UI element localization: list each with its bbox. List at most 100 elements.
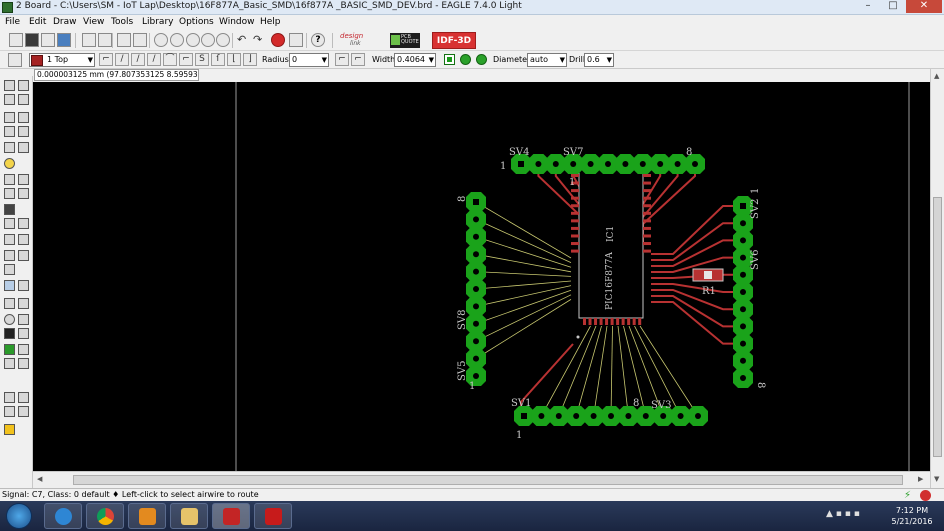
- copy-icon[interactable]: [18, 112, 29, 123]
- menu-window[interactable]: Window: [219, 17, 255, 27]
- name-icon[interactable]: [18, 188, 29, 199]
- horizontal-scroll-thumb[interactable]: [73, 475, 903, 485]
- rotate-icon[interactable]: [18, 126, 29, 137]
- move-icon[interactable]: [4, 112, 15, 123]
- signal-icon[interactable]: [4, 264, 15, 275]
- via-octagon-icon[interactable]: [476, 54, 487, 65]
- via-square-icon[interactable]: [444, 54, 455, 65]
- horizontal-scrollbar[interactable]: ◀ ▶: [33, 471, 930, 488]
- meander-icon[interactable]: [4, 250, 15, 261]
- warning-icon[interactable]: [4, 424, 15, 435]
- errors-icon[interactable]: [4, 406, 15, 417]
- board-switch-icon[interactable]: [98, 33, 112, 47]
- redo-icon[interactable]: ↷: [253, 33, 262, 47]
- wire-icon[interactable]: [4, 298, 15, 309]
- vertical-scroll-thumb[interactable]: [933, 197, 942, 457]
- close-button[interactable]: ✕: [906, 0, 942, 13]
- via-round-icon[interactable]: [460, 54, 471, 65]
- redraw-icon[interactable]: [201, 33, 215, 47]
- wire-bend-90-icon[interactable]: ⌐: [99, 53, 113, 66]
- wire-straight-icon[interactable]: ∕: [131, 53, 145, 66]
- autoroute-icon[interactable]: [18, 280, 29, 291]
- circle-icon[interactable]: [4, 314, 15, 325]
- arc-icon[interactable]: [18, 314, 29, 325]
- wire-end-icon[interactable]: ⌊: [227, 53, 241, 66]
- miter-icon[interactable]: [18, 234, 29, 245]
- erc-icon[interactable]: [18, 406, 29, 417]
- menu-file[interactable]: File: [5, 17, 20, 27]
- open-icon[interactable]: [9, 33, 23, 47]
- stop-icon[interactable]: [271, 33, 285, 47]
- smash-icon[interactable]: [4, 218, 15, 229]
- hole-icon[interactable]: [18, 344, 29, 355]
- info-icon[interactable]: [4, 80, 15, 91]
- drill-select[interactable]: 0.6 ▼: [584, 53, 614, 67]
- pcb-quote-button[interactable]: PCB QUOTE: [390, 33, 420, 48]
- mirror-icon[interactable]: [4, 126, 15, 137]
- miter-round-icon[interactable]: ⌐: [335, 53, 349, 66]
- zoom-select-icon[interactable]: [216, 33, 230, 47]
- scroll-left-icon[interactable]: ◀: [37, 475, 42, 483]
- undo-icon[interactable]: ↶: [237, 33, 246, 47]
- idf-3d-button[interactable]: IDF-3D: [432, 32, 476, 49]
- radius-select[interactable]: 0 ▼: [289, 53, 329, 67]
- show-icon[interactable]: [18, 80, 29, 91]
- dimension-icon[interactable]: [18, 358, 29, 369]
- wire-bend-45-icon[interactable]: /: [115, 53, 129, 66]
- zoom-out-icon[interactable]: [186, 33, 200, 47]
- wire-freehand-icon[interactable]: S: [195, 53, 209, 66]
- mark-icon[interactable]: [18, 94, 29, 105]
- menu-tools[interactable]: Tools: [111, 17, 133, 27]
- change-icon[interactable]: [18, 142, 29, 153]
- wire-end-alt-icon[interactable]: ⌋: [243, 53, 257, 66]
- lock-icon[interactable]: [4, 204, 15, 215]
- menu-help[interactable]: Help: [260, 17, 281, 27]
- stop-icon[interactable]: [920, 490, 931, 501]
- vertical-scrollbar[interactable]: ▲ ▼: [930, 69, 944, 488]
- taskbar-eagle[interactable]: [212, 503, 250, 529]
- print-icon[interactable]: [41, 33, 55, 47]
- taskbar-explorer[interactable]: [170, 503, 208, 529]
- scroll-down-icon[interactable]: ▼: [934, 475, 939, 483]
- route-icon[interactable]: [4, 280, 15, 291]
- text-icon[interactable]: [18, 298, 29, 309]
- resistor-r1[interactable]: R1: [692, 268, 724, 297]
- board-canvas[interactable]: SV4 1 SV7 1 8 SV2 1 SV6 8 SV8 8 SV5 1 SV1 1 8 SV3 R1 PIC…: [33, 82, 930, 471]
- menu-edit[interactable]: Edit: [29, 17, 46, 27]
- polygon-icon[interactable]: [18, 328, 29, 339]
- attribute-icon[interactable]: [18, 392, 29, 403]
- designlink-button[interactable]: design link: [340, 32, 376, 49]
- ripup-icon[interactable]: [18, 250, 29, 261]
- menu-view[interactable]: View: [83, 17, 104, 27]
- optimize-icon[interactable]: [4, 234, 15, 245]
- drc-icon[interactable]: [4, 392, 15, 403]
- menu-options[interactable]: Options: [179, 17, 214, 27]
- start-button[interactable]: [6, 503, 32, 529]
- help-icon[interactable]: ?: [311, 33, 325, 47]
- menu-library[interactable]: Library: [142, 17, 173, 27]
- taskbar-chrome[interactable]: [86, 503, 124, 529]
- scroll-right-icon[interactable]: ▶: [918, 475, 923, 483]
- taskbar-ie[interactable]: [44, 503, 82, 529]
- go-icon[interactable]: [289, 33, 303, 47]
- rect-icon[interactable]: [4, 328, 15, 339]
- wire-bend-diag-icon[interactable]: /: [147, 53, 161, 66]
- split-icon[interactable]: [18, 218, 29, 229]
- ratsnest-icon[interactable]: [4, 358, 15, 369]
- miter-straight-icon[interactable]: ⌐: [351, 53, 365, 66]
- ulp-run-icon[interactable]: [133, 33, 147, 47]
- taskbar-acrobat[interactable]: [254, 503, 292, 529]
- clock[interactable]: 7:12 PM 5/21/2016: [884, 505, 940, 527]
- via-icon[interactable]: [4, 344, 15, 355]
- system-tray[interactable]: ▲ ▪ ▪ ▪: [826, 509, 860, 519]
- schematic-switch-icon[interactable]: [82, 33, 96, 47]
- save-icon[interactable]: [25, 33, 39, 47]
- menu-draw[interactable]: Draw: [53, 17, 77, 27]
- delete-icon[interactable]: [4, 174, 15, 185]
- cam-processor-icon[interactable]: [57, 33, 71, 47]
- group-icon[interactable]: [4, 142, 15, 153]
- minimize-button[interactable]: –: [856, 0, 880, 13]
- pcb-drawing[interactable]: SV41SV718SV21SV68SV88SV51SV118 SV3 R1 PIC…: [33, 82, 930, 471]
- diameter-select[interactable]: auto ▼: [527, 53, 567, 67]
- replace-icon[interactable]: [4, 188, 15, 199]
